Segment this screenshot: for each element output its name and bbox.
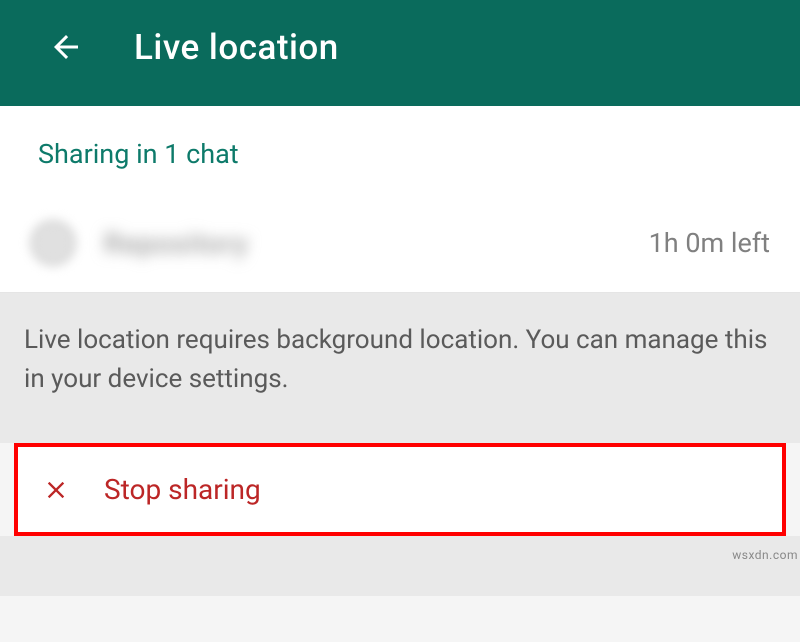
back-arrow-icon	[48, 29, 84, 65]
header-bar: Live location	[0, 0, 800, 106]
chat-list-item[interactable]: Repository 1h 0m left	[0, 200, 800, 293]
info-text: Live location requires background locati…	[24, 321, 772, 399]
stop-sharing-highlight: Stop sharing	[14, 443, 786, 536]
content-area: Sharing in 1 chat Repository 1h 0m left	[0, 106, 800, 293]
page-title: Live location	[134, 27, 339, 68]
back-button[interactable]	[48, 29, 84, 65]
chat-avatar	[30, 220, 76, 266]
watermark: wsxdn.com	[732, 548, 798, 562]
time-remaining-label: 1h 0m left	[649, 227, 770, 259]
stop-sharing-label: Stop sharing	[104, 473, 261, 506]
info-section: Live location requires background locati…	[0, 293, 800, 443]
bottom-spacer	[0, 536, 800, 596]
sharing-status-label: Sharing in 1 chat	[0, 106, 800, 200]
stop-sharing-button[interactable]: Stop sharing	[18, 447, 782, 532]
chat-name-label: Repository	[104, 227, 649, 260]
close-icon	[42, 476, 70, 504]
